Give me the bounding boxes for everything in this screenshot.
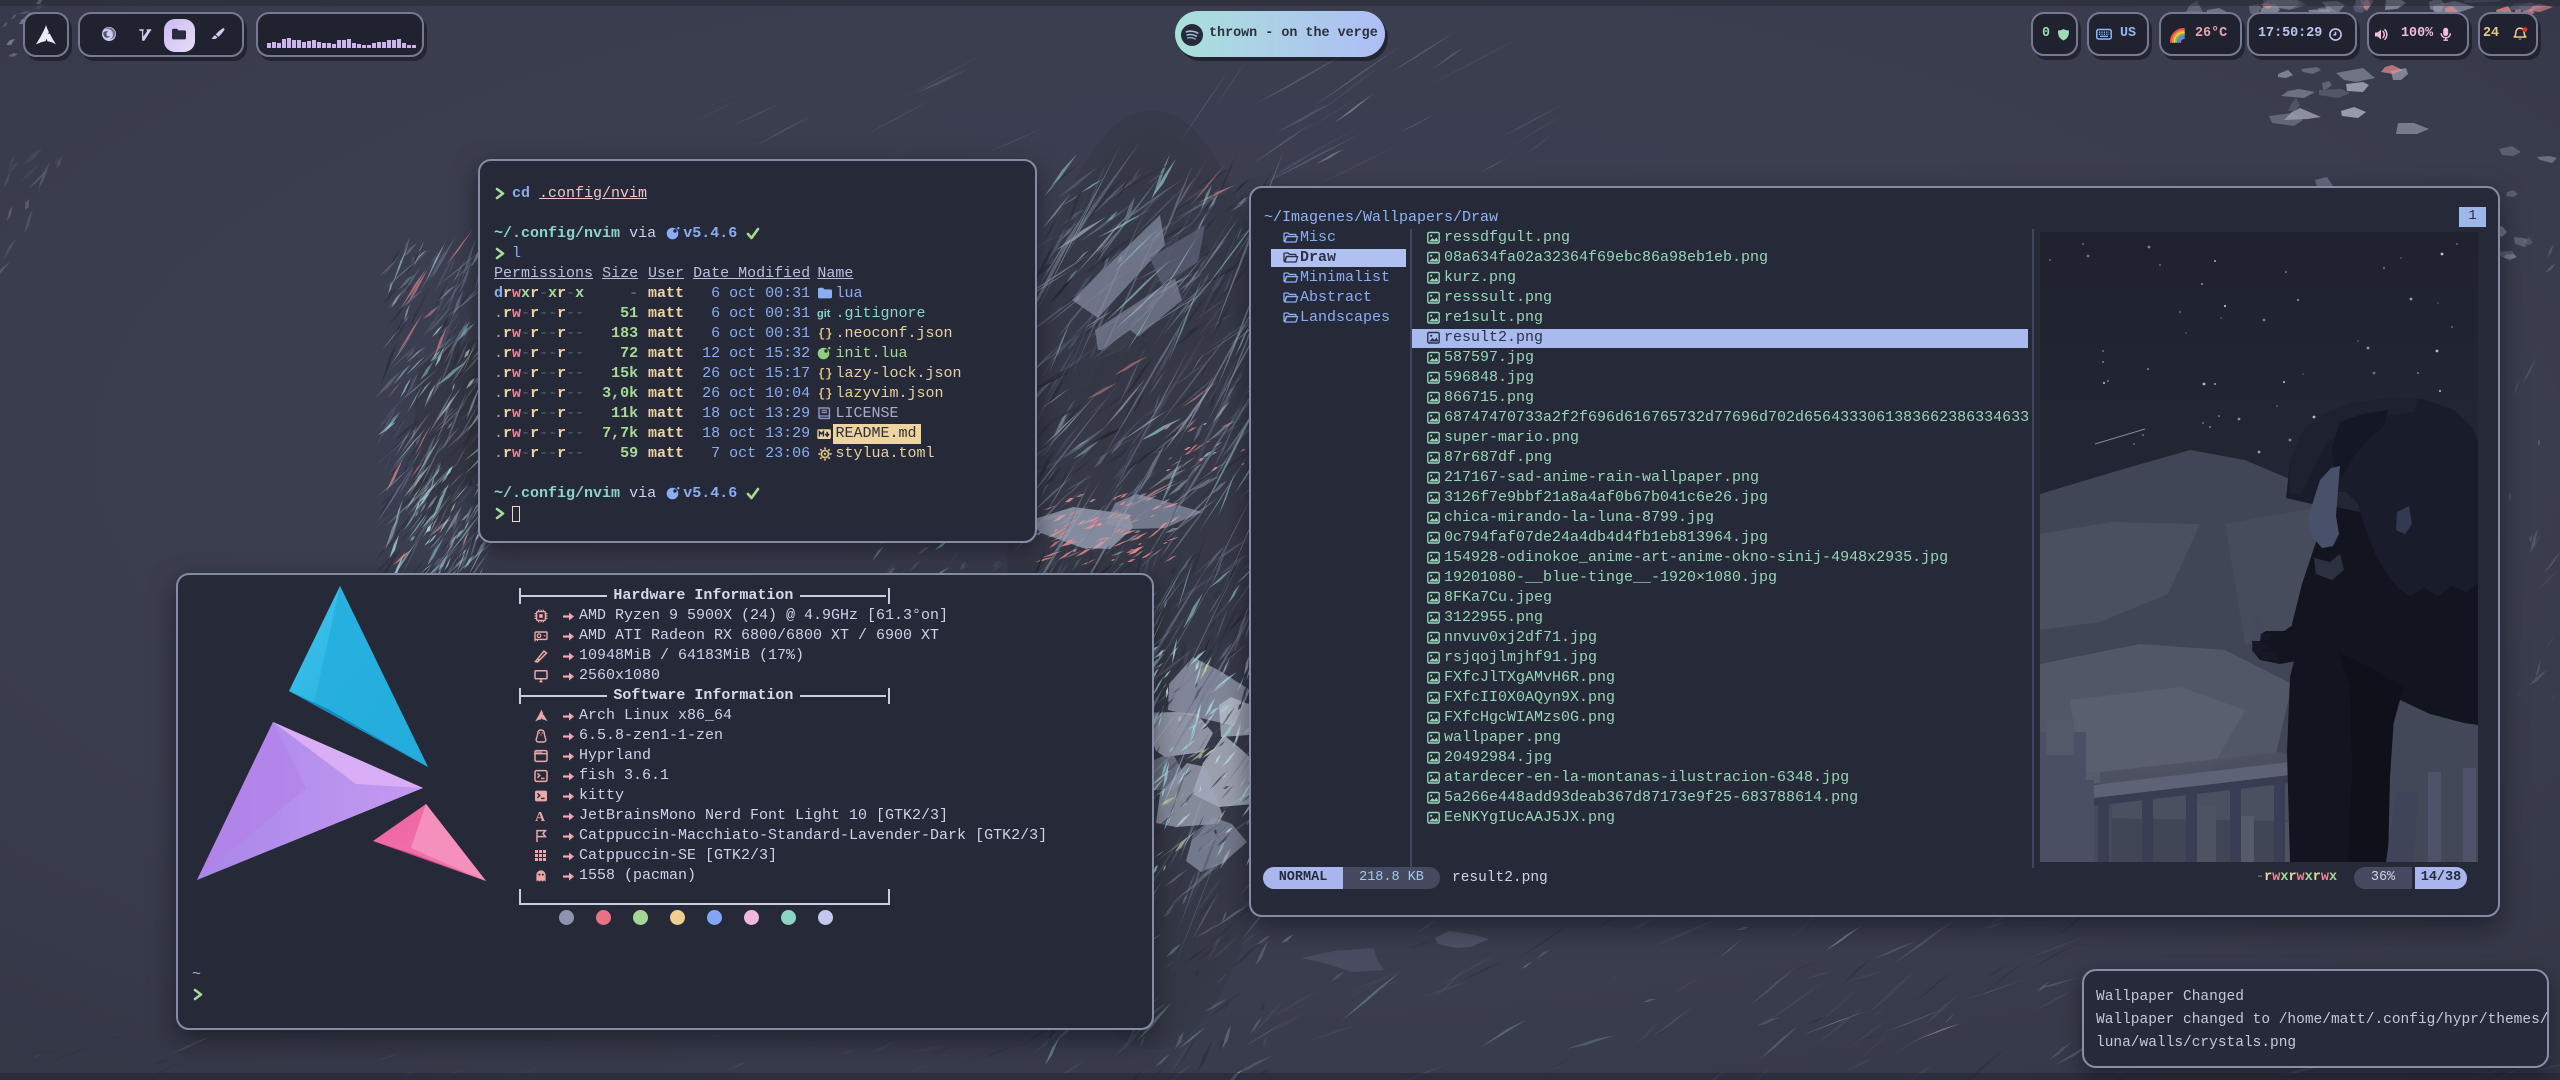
- svg-text:A: A: [535, 810, 546, 825]
- svg-text:{}: {}: [818, 327, 832, 341]
- svg-text:{}: {}: [818, 367, 832, 381]
- svg-text:{}: {}: [818, 387, 832, 401]
- svg-text:git: git: [817, 308, 831, 320]
